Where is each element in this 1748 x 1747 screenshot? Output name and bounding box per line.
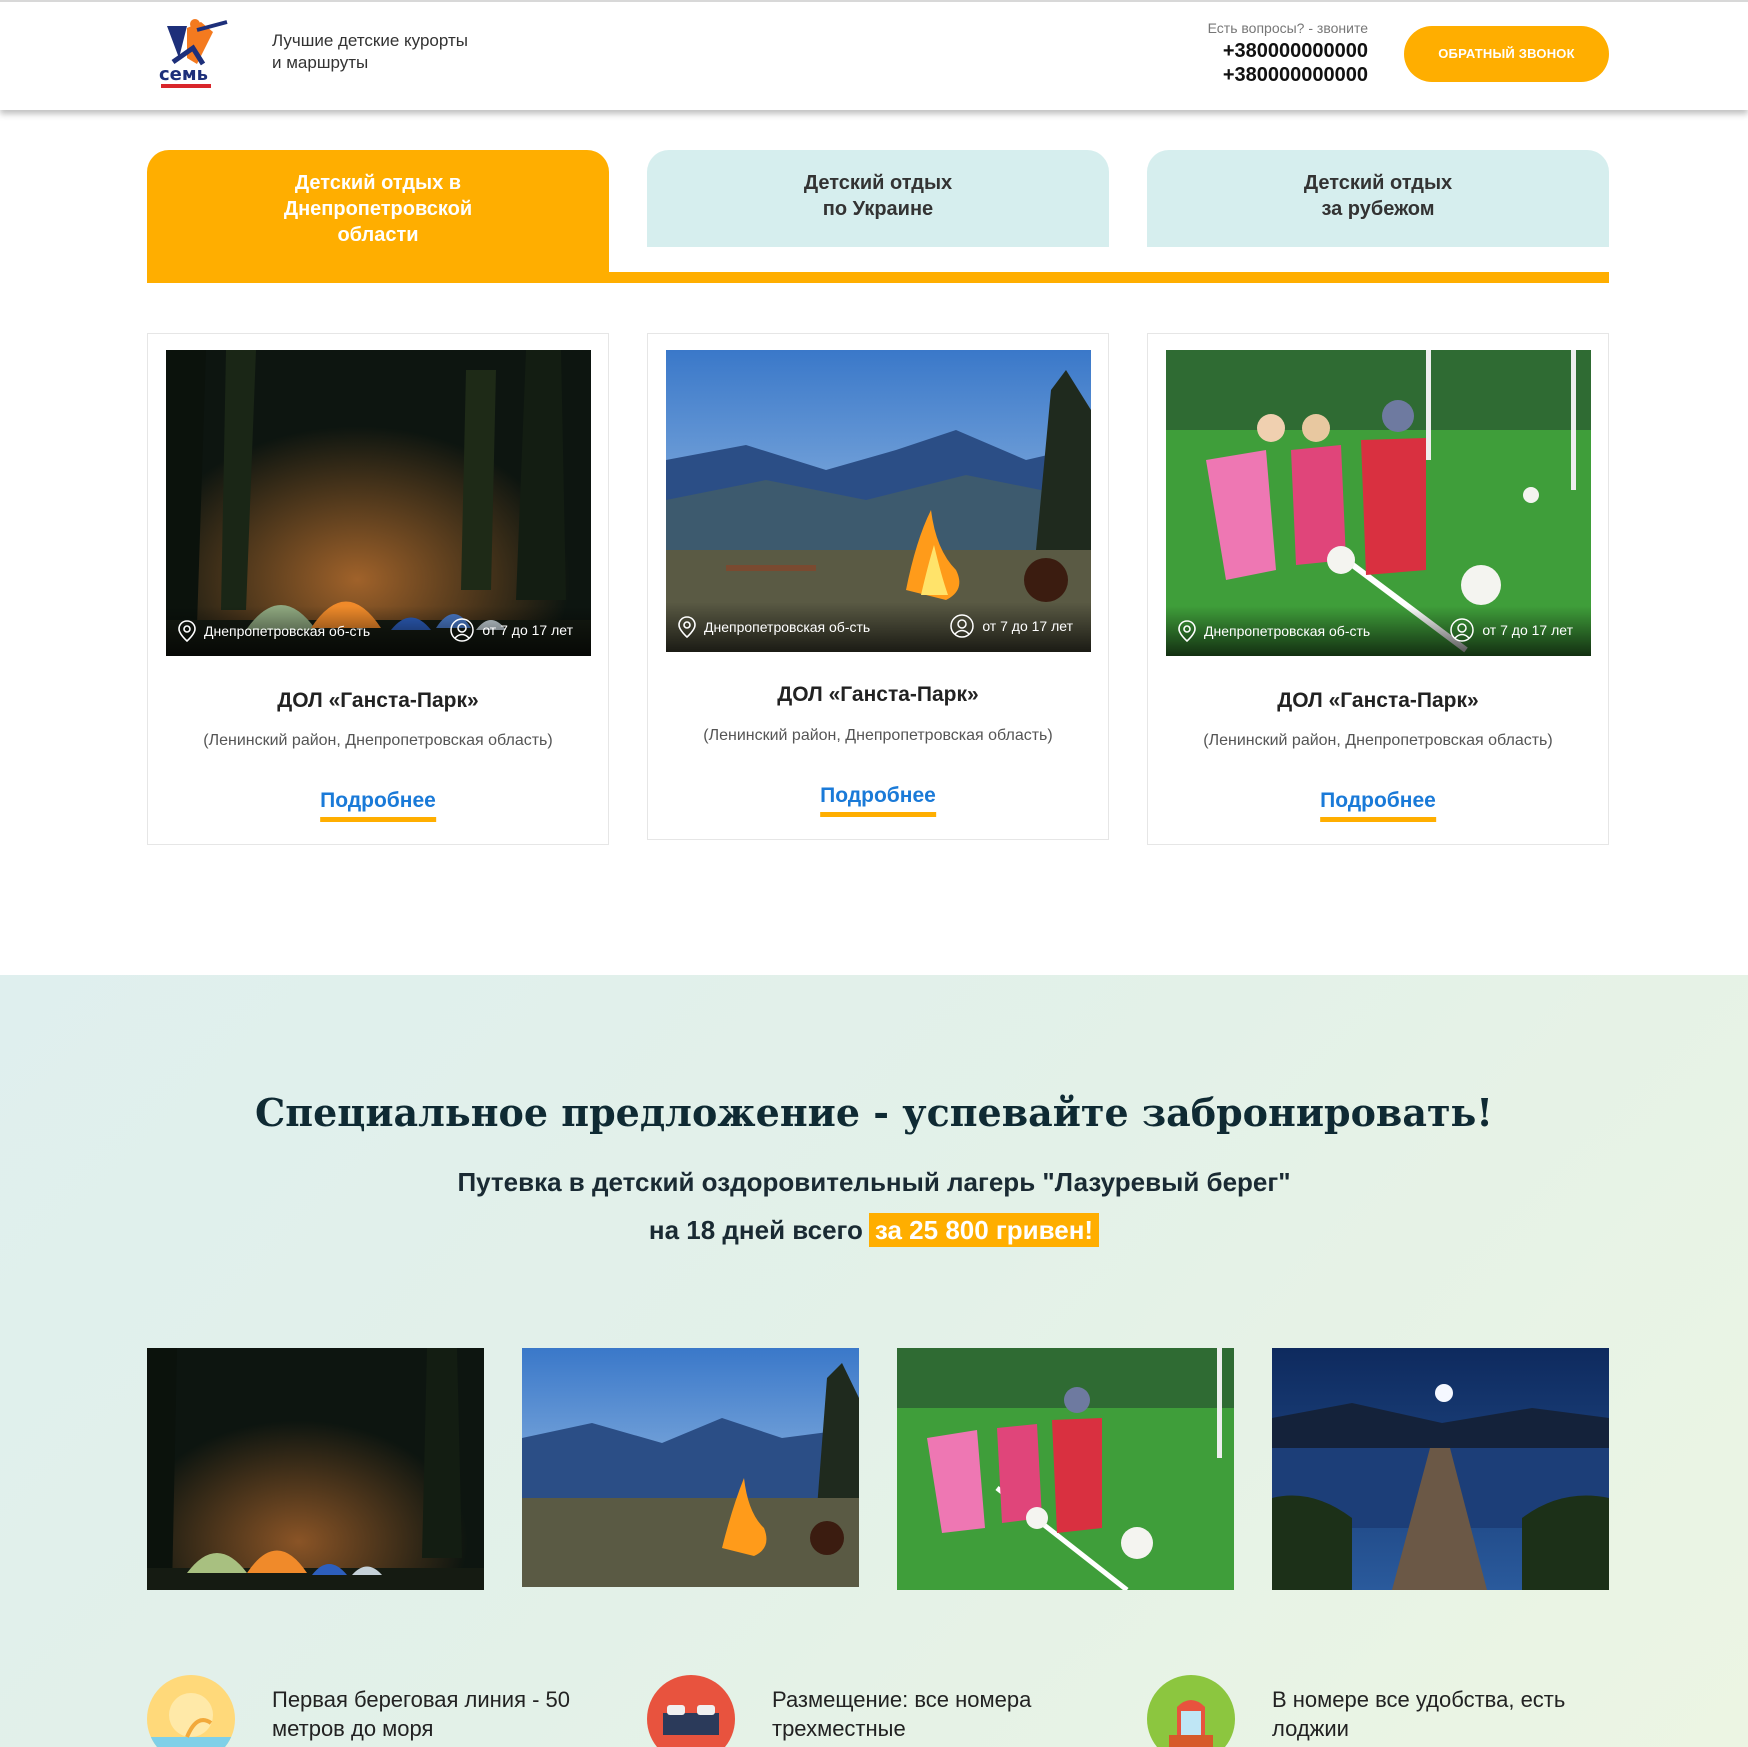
card-meta: Днепропетровская об-сть от 7 до 17 лет (166, 606, 591, 656)
logo[interactable]: семь (157, 18, 233, 92)
card-subtitle: (Ленинский район, Днепропетровская облас… (203, 732, 553, 749)
beach-icon (147, 1675, 235, 1747)
location-pin-icon (178, 620, 196, 642)
special-price-line: на 18 дней всего за 25 800 гривен! (0, 1213, 1748, 1247)
card-title: ДОЛ «Ганста-Парк» (1277, 689, 1479, 712)
camp-photo-football[interactable]: Днепропетровская об-сть от 7 до 17 лет (1166, 350, 1591, 656)
feature-text: В номере все удобства, есть лоджии (1272, 1687, 1566, 1741)
gallery-photo-campfire[interactable] (522, 1348, 859, 1587)
card-title: ДОЛ «Ганста-Парк» (277, 689, 479, 712)
gallery-photo-football[interactable] (897, 1348, 1234, 1590)
logo-text: семь (159, 64, 208, 85)
tab-dnepropetrovsk[interactable]: Детский отдых в Днепропетровской области (147, 150, 609, 283)
card-subtitle: (Ленинский район, Днепропетровская облас… (703, 727, 1053, 744)
site-header: семь Лучшие детские курорты и маршруты Е… (0, 0, 1748, 110)
card-location: Днепропетровская об-сть (704, 619, 871, 635)
balcony-icon (1147, 1675, 1235, 1747)
tagline: Лучшие детские курорты и маршруты (272, 31, 468, 72)
price-highlight: за 25 800 гривен! (868, 1213, 1100, 1247)
gallery-photo-lake-pier[interactable] (1272, 1348, 1609, 1590)
camp-card: Днепропетровская об-сть от 7 до 17 лет Д… (147, 333, 609, 845)
person-icon (950, 614, 975, 638)
card-age: от 7 до 17 лет (1482, 622, 1573, 638)
more-link[interactable]: Подробнее (320, 789, 436, 822)
feature-text: Размещение: все номера трехместные (772, 1687, 1032, 1741)
special-offer-section: Специальное предложение - успевайте забр… (0, 975, 1748, 1747)
phone-number-2[interactable]: +380000000000 (1060, 64, 1368, 87)
location-pin-icon (1178, 620, 1196, 642)
tab-underline (147, 272, 1609, 283)
card-location: Днепропетровская об-сть (204, 623, 371, 639)
phone-number-1[interactable]: +380000000000 (1060, 40, 1368, 63)
bed-icon (647, 1675, 735, 1747)
person-icon (450, 618, 475, 642)
price-prefix: на 18 дней всего (648, 1215, 863, 1245)
category-tabs: Детский отдых в Днепропетровской области… (147, 150, 1609, 283)
card-age: от 7 до 17 лет (482, 622, 573, 638)
gallery-photo-tents-night[interactable] (147, 1348, 484, 1590)
tab-ukraine[interactable]: Детский отдых по Украине (647, 150, 1109, 247)
special-title: Специальное предложение - успевайте забр… (255, 1090, 1493, 1135)
card-meta: Днепропетровская об-сть от 7 до 17 лет (1166, 606, 1591, 656)
card-title: ДОЛ «Ганста-Парк» (777, 683, 979, 706)
camp-photo-tents-night[interactable]: Днепропетровская об-сть от 7 до 17 лет (166, 350, 591, 656)
camp-photo-campfire[interactable]: Днепропетровская об-сть от 7 до 17 лет (666, 350, 1091, 652)
camp-card: Днепропетровская об-сть от 7 до 17 лет Д… (1147, 333, 1609, 845)
location-pin-icon (678, 616, 696, 638)
more-link[interactable]: Подробнее (1320, 789, 1436, 822)
card-age: от 7 до 17 лет (982, 618, 1073, 634)
card-meta: Днепропетровская об-сть от 7 до 17 лет (666, 602, 1091, 652)
card-subtitle: (Ленинский район, Днепропетровская облас… (1203, 732, 1553, 749)
callback-button[interactable]: ОБРАТНЫЙ ЗВОНОК (1404, 26, 1609, 82)
more-link[interactable]: Подробнее (820, 784, 936, 817)
special-subtitle: Путевка в детский оздоровительный лагерь… (457, 1167, 1291, 1197)
person-icon (1450, 618, 1475, 642)
tab-abroad[interactable]: Детский отдых за рубежом (1147, 150, 1609, 247)
feature-text: Первая береговая линия - 50 метров до мо… (272, 1687, 571, 1741)
card-location: Днепропетровская об-сть (1204, 623, 1371, 639)
contact-label: Есть вопросы? - звоните (1207, 20, 1368, 36)
camp-card: Днепропетровская об-сть от 7 до 17 лет Д… (647, 333, 1109, 840)
